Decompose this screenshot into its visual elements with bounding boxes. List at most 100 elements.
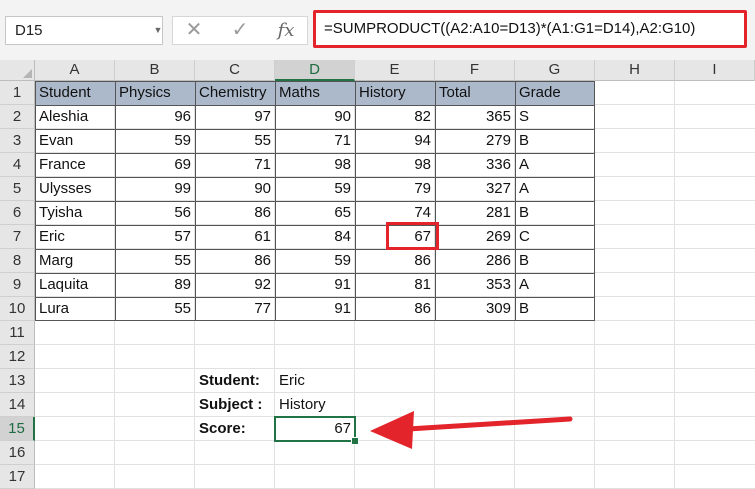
chevron-down-icon[interactable]: ▼: [152, 17, 164, 44]
table-cell[interactable]: 86: [355, 249, 435, 273]
table-cell[interactable]: 97: [195, 105, 275, 129]
table-cell[interactable]: Marg: [35, 249, 115, 273]
table-cell[interactable]: Ulysses: [35, 177, 115, 201]
table-cell[interactable]: 365: [435, 105, 515, 129]
row-header-17[interactable]: 17: [0, 465, 35, 489]
table-cell[interactable]: B: [515, 297, 595, 321]
table-cell[interactable]: 281: [435, 201, 515, 225]
table-cell[interactable]: Evan: [35, 129, 115, 153]
table-cell[interactable]: 86: [195, 201, 275, 225]
row-header-3[interactable]: 3: [0, 129, 35, 153]
table-cell[interactable]: 99: [115, 177, 195, 201]
table-cell[interactable]: Lura: [35, 297, 115, 321]
column-header-h[interactable]: H: [595, 60, 675, 81]
row-header-12[interactable]: 12: [0, 345, 35, 369]
table-cell[interactable]: 71: [275, 129, 355, 153]
table-cell[interactable]: 92: [195, 273, 275, 297]
table-header-cell[interactable]: History: [355, 81, 435, 105]
table-cell[interactable]: 98: [355, 153, 435, 177]
table-cell[interactable]: 84: [275, 225, 355, 249]
table-header-cell[interactable]: Grade: [515, 81, 595, 105]
table-cell[interactable]: Aleshia: [35, 105, 115, 129]
table-cell[interactable]: 57: [115, 225, 195, 249]
column-header-g[interactable]: G: [515, 60, 595, 81]
row-header-6[interactable]: 6: [0, 201, 35, 225]
subject-label-cell[interactable]: Subject :: [195, 393, 276, 417]
table-cell[interactable]: 69: [115, 153, 195, 177]
row-header-9[interactable]: 9: [0, 273, 35, 297]
subject-value-cell[interactable]: History: [275, 393, 355, 417]
table-header-cell[interactable]: Student: [35, 81, 115, 105]
table-cell[interactable]: 86: [355, 297, 435, 321]
score-label-cell[interactable]: Score:: [195, 417, 276, 441]
table-cell[interactable]: 71: [195, 153, 275, 177]
table-cell[interactable]: A: [515, 177, 595, 201]
table-cell[interactable]: A: [515, 153, 595, 177]
column-header-e[interactable]: E: [355, 60, 435, 81]
table-cell[interactable]: 286: [435, 249, 515, 273]
column-header-f[interactable]: F: [435, 60, 515, 81]
table-cell[interactable]: 327: [435, 177, 515, 201]
table-cell[interactable]: B: [515, 129, 595, 153]
column-header-c[interactable]: C: [195, 60, 275, 81]
table-cell[interactable]: Tyisha: [35, 201, 115, 225]
row-header-7[interactable]: 7: [0, 225, 35, 249]
row-header-14[interactable]: 14: [0, 393, 35, 417]
table-cell[interactable]: 55: [115, 297, 195, 321]
fill-handle[interactable]: [351, 437, 359, 445]
table-cell[interactable]: A: [515, 273, 595, 297]
table-cell[interactable]: C: [515, 225, 595, 249]
enter-icon[interactable]: ✓: [225, 17, 255, 44]
table-cell[interactable]: France: [35, 153, 115, 177]
row-header-11[interactable]: 11: [0, 321, 35, 345]
table-header-cell[interactable]: Maths: [275, 81, 355, 105]
table-header-cell[interactable]: Physics: [115, 81, 195, 105]
row-header-1[interactable]: 1: [0, 81, 35, 105]
select-all-corner[interactable]: [0, 60, 35, 81]
row-header-5[interactable]: 5: [0, 177, 35, 201]
table-cell[interactable]: Eric: [35, 225, 115, 249]
table-cell[interactable]: 81: [355, 273, 435, 297]
row-header-16[interactable]: 16: [0, 441, 35, 465]
table-cell[interactable]: 55: [195, 129, 275, 153]
table-cell[interactable]: 77: [195, 297, 275, 321]
cancel-icon[interactable]: ✕: [179, 17, 209, 44]
formula-input[interactable]: =SUMPRODUCT((A2:A10=D13)*(A1:G1=D14),A2:…: [313, 10, 747, 48]
table-cell[interactable]: 90: [195, 177, 275, 201]
table-cell[interactable]: 90: [275, 105, 355, 129]
row-header-10[interactable]: 10: [0, 297, 35, 321]
table-cell[interactable]: 59: [275, 177, 355, 201]
row-header-4[interactable]: 4: [0, 153, 35, 177]
table-cell[interactable]: 91: [275, 297, 355, 321]
table-cell[interactable]: 269: [435, 225, 515, 249]
table-cell[interactable]: 59: [275, 249, 355, 273]
name-box[interactable]: D15 ▼: [5, 16, 163, 45]
table-cell[interactable]: 91: [275, 273, 355, 297]
table-cell[interactable]: B: [515, 201, 595, 225]
table-cell[interactable]: 56: [115, 201, 195, 225]
student-value-cell[interactable]: Eric: [275, 369, 355, 393]
table-cell[interactable]: 82: [355, 105, 435, 129]
insert-function-icon[interactable]: fx: [271, 17, 301, 44]
table-cell[interactable]: 55: [115, 249, 195, 273]
table-cell[interactable]: 61: [195, 225, 275, 249]
column-header-b[interactable]: B: [115, 60, 195, 81]
column-header-d[interactable]: D: [275, 60, 355, 81]
row-header-15[interactable]: 15: [0, 417, 35, 441]
table-cell[interactable]: 59: [115, 129, 195, 153]
table-cell[interactable]: 86: [195, 249, 275, 273]
table-header-cell[interactable]: Total: [435, 81, 515, 105]
table-cell[interactable]: B: [515, 249, 595, 273]
table-header-cell[interactable]: Chemistry: [195, 81, 275, 105]
table-cell[interactable]: 309: [435, 297, 515, 321]
table-cell[interactable]: 279: [435, 129, 515, 153]
column-header-i[interactable]: I: [675, 60, 755, 81]
table-cell[interactable]: 96: [115, 105, 195, 129]
student-label-cell[interactable]: Student:: [195, 369, 276, 393]
table-cell[interactable]: 353: [435, 273, 515, 297]
table-cell[interactable]: 336: [435, 153, 515, 177]
table-cell[interactable]: 94: [355, 129, 435, 153]
table-cell[interactable]: 98: [275, 153, 355, 177]
table-cell[interactable]: 79: [355, 177, 435, 201]
table-cell[interactable]: Laquita: [35, 273, 115, 297]
